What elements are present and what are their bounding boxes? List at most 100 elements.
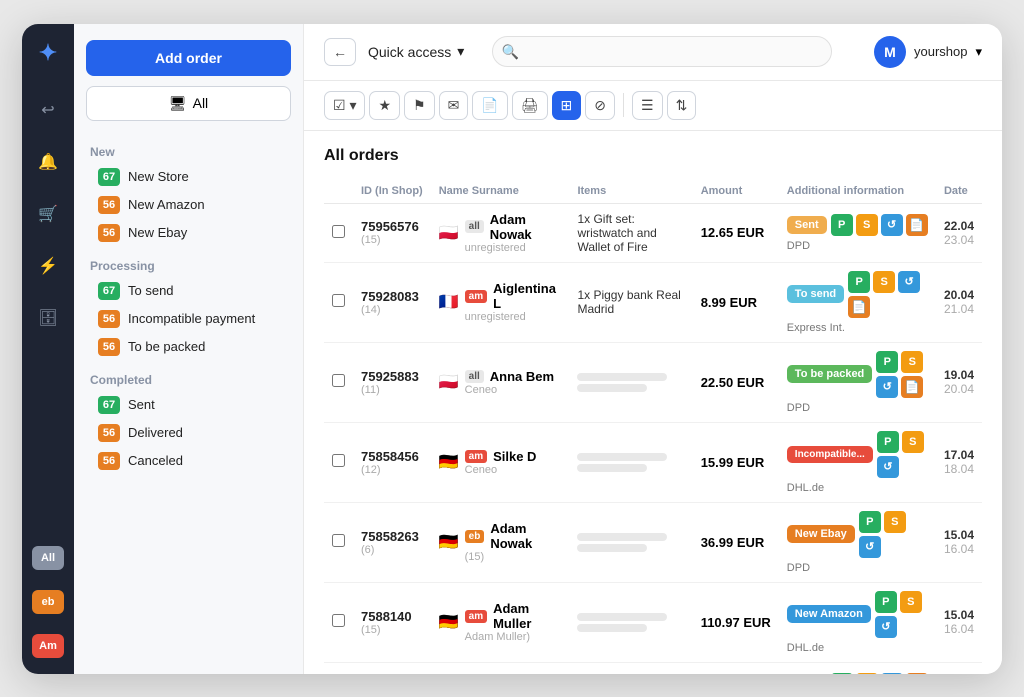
info-icon-S[interactable]: S [884,511,906,533]
nav-icon-cart[interactable]: 🛒 [32,198,64,230]
row-checkbox[interactable] [332,225,345,238]
date-main: 20.04 [944,288,974,302]
sidebar-item-incompatible[interactable]: 56 Incompatible payment [90,305,287,333]
quick-access-button[interactable]: Quick access ▾ [368,43,464,60]
section-title-completed: Completed [90,373,287,387]
info-row1: To be packed PS↺📄 [787,351,928,398]
row-items-cell [569,582,692,662]
back-button[interactable]: ← [324,38,356,66]
info-icon-S[interactable]: S [856,673,878,674]
all-orders-button[interactable]: 🖥 All [86,86,291,121]
sidebar-item-sent[interactable]: 67 Sent [90,391,287,419]
date-cell: 22.04 23.04 [944,219,974,247]
row-checkbox-cell [324,502,353,582]
toolbar-separator [623,93,624,117]
info-icon-cb[interactable]: ↺ [875,616,897,638]
info-icon-P[interactable]: P [875,591,897,613]
nav-icon-notifications[interactable]: 🔔 [32,146,64,178]
nav-badge-all[interactable]: All [32,546,64,570]
toolbar-filter-btn[interactable]: ⊘ [585,91,615,120]
nav-icon-back[interactable]: ↩ [32,94,64,126]
info-icon-cb[interactable]: ↺ [898,271,920,293]
info-icon-P[interactable]: P [876,351,898,373]
nav-badge-eb[interactable]: eb [32,590,64,614]
date-cell: 15.04 16.04 [944,608,974,636]
sidebar-item-new-store[interactable]: 67 New Store [90,163,287,191]
row-checkbox[interactable] [332,294,345,307]
toolbar-star-btn[interactable]: ★ [369,91,400,120]
info-icon-P[interactable]: P [877,431,899,453]
row-items-cell [569,422,692,502]
info-icon-S[interactable]: S [901,351,923,373]
user-area[interactable]: M yourshop ▾ [874,36,982,68]
row-id-cell: 75925883(15) [353,662,431,674]
date-sub: 23.04 [944,233,974,247]
nav-icon-database[interactable]: 🗄 [32,302,64,334]
info-icon-doc[interactable]: 📄 [901,376,923,398]
toolbar-mail-btn[interactable]: ✉ [439,91,469,120]
sidebar-item-delivered[interactable]: 56 Delivered [90,419,287,447]
col-items: Items [569,179,692,204]
toolbar-flag-btn[interactable]: ⚑ [404,91,435,120]
order-subid: (15) [361,624,423,636]
info-icons: PS↺📄 [831,673,928,674]
date-cell: 19.04 20.04 [944,368,974,396]
info-col: Sent PS↺📄 DPD [787,214,928,252]
toolbar-doc-btn[interactable]: 📄 [472,91,507,120]
info-icon-S[interactable]: S [900,591,922,613]
status-badge: Incompatible... [787,446,873,463]
add-order-button[interactable]: Add order [86,40,291,76]
nav-badge-am[interactable]: Am [32,634,64,658]
sidebar-item-canceled[interactable]: 56 Canceled [90,447,287,475]
info-icon-cb[interactable]: ↺ [877,456,899,478]
info-icon-P[interactable]: P [859,511,881,533]
info-icon-P[interactable]: P [831,214,853,236]
row-name-cell: 🇵🇱 all Anna Bem Ceneo [431,342,570,422]
flag-icon: 🇩🇪 [439,452,459,472]
toolbar-table-btn[interactable]: ⊞ [552,91,582,120]
placeholder-line [577,373,667,381]
order-subid: (15) [361,234,423,246]
sidebar-item-new-amazon[interactable]: 56 New Amazon [90,191,287,219]
info-icon-S[interactable]: S [902,431,924,453]
label-to-be-packed: To be packed [128,339,205,354]
row-date-cell: 19.04 20.04 [936,342,982,422]
row-checkbox[interactable] [332,374,345,387]
toolbar-cols-btn[interactable]: ☰ [632,91,663,120]
info-icon-cb[interactable]: ↺ [859,536,881,558]
sidebar-item-to-send[interactable]: 67 To send [90,277,287,305]
sidebar-item-new-ebay[interactable]: 56 New Ebay [90,219,287,247]
info-icon-S[interactable]: S [873,271,895,293]
info-icon-P[interactable]: P [848,271,870,293]
nav-icon-bolt[interactable]: ⚡ [32,250,64,282]
toolbar-sort-btn[interactable]: ⇅ [667,91,697,120]
info-icon-cb[interactable]: ↺ [876,376,898,398]
search-input[interactable] [492,36,832,67]
toolbar-print-btn[interactable]: 🖨 [512,91,548,120]
info-icon-S[interactable]: S [856,214,878,236]
info-icons: PS↺ [859,511,928,558]
info-icon-doc[interactable]: 📄 [906,214,928,236]
row-checkbox[interactable] [332,454,345,467]
info-row2: DHL.de [787,482,928,494]
row-checkbox[interactable] [332,614,345,627]
toolbar-checkbox-btn[interactable]: ☑ ▾ [324,91,365,120]
sidebar-item-to-be-packed[interactable]: 56 To be packed [90,333,287,361]
name-sub: unregistered [465,311,562,323]
info-icon-cb[interactable]: ↺ [881,673,903,674]
orders-area: All orders ID (In Shop) Name Surname Ite… [304,131,1002,674]
date-cell: 20.04 21.04 [944,288,974,316]
order-subid: (6) [361,544,423,556]
name-main: Adam Muller [493,601,561,631]
label-new-ebay: New Ebay [128,225,187,240]
row-checkbox[interactable] [332,534,345,547]
info-icon-P[interactable]: P [831,673,853,674]
info-col: New Ebay PS↺ DPD [787,511,928,574]
badge-new-ebay: 56 [98,224,120,242]
info-icon-doc[interactable]: 📄 [906,673,928,674]
info-icon-doc[interactable]: 📄 [848,296,870,318]
placeholder-line [577,453,667,461]
info-icon-cb[interactable]: ↺ [881,214,903,236]
col-checkbox [324,179,353,204]
row-id-cell: 75858456(12) [353,422,431,502]
